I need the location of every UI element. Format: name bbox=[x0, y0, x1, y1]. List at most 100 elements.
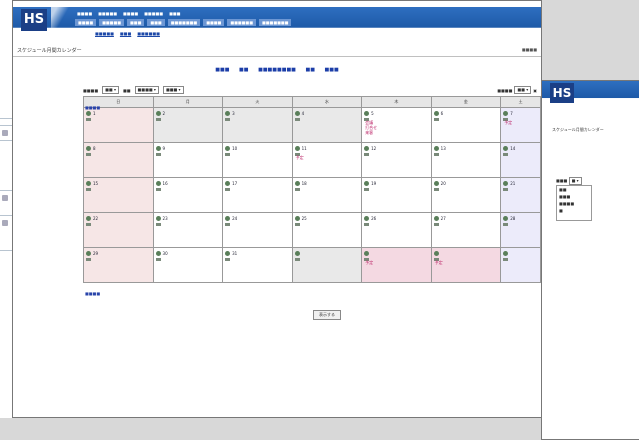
calendar-day-cell[interactable]: 16 bbox=[152, 177, 224, 213]
day-detail-icon[interactable] bbox=[364, 153, 370, 156]
calendar-day-cell[interactable]: 11 予定 bbox=[291, 142, 363, 178]
day-detail-icon[interactable] bbox=[503, 188, 509, 191]
calendar-day-cell[interactable]: 20 bbox=[430, 177, 502, 213]
calendar-day-cell[interactable]: 8 bbox=[83, 142, 154, 178]
day-detail-icon[interactable] bbox=[225, 153, 231, 156]
day-detail-icon[interactable] bbox=[225, 223, 231, 226]
prev-month-link[interactable]: ■■ bbox=[239, 67, 248, 73]
day-detail-icon[interactable] bbox=[433, 153, 439, 156]
calendar-day-cell[interactable]: 21 bbox=[500, 177, 541, 213]
event-item[interactable]: 来客 bbox=[365, 130, 377, 135]
calendar-day-cell[interactable]: 7 予定 bbox=[500, 107, 541, 143]
calendar-day-cell[interactable]: 12 bbox=[361, 142, 432, 178]
display-button[interactable]: 表示する bbox=[313, 310, 341, 320]
day-add-icon[interactable] bbox=[433, 251, 439, 256]
calendar-day-cell[interactable]: 予定 bbox=[430, 247, 502, 283]
day-add-icon[interactable] bbox=[86, 216, 91, 221]
day-add-icon[interactable] bbox=[225, 181, 231, 186]
tab[interactable]: ■■■ bbox=[127, 19, 145, 26]
day-add-icon[interactable] bbox=[86, 146, 91, 151]
calendar-day-cell[interactable]: 13 bbox=[430, 142, 502, 178]
day-add-icon[interactable] bbox=[503, 111, 509, 116]
day-detail-icon[interactable] bbox=[364, 188, 370, 191]
day-detail-icon[interactable] bbox=[155, 223, 161, 226]
next-month-link[interactable]: ■■ bbox=[305, 67, 314, 73]
menu-item[interactable]: ■■■■ bbox=[77, 11, 92, 16]
calendar-day-cell[interactable]: 26 bbox=[361, 212, 432, 248]
calendar-day-cell[interactable]: 29 bbox=[83, 247, 154, 283]
sub-nav-link[interactable]: ■■■■■■ bbox=[137, 31, 160, 36]
day-detail-icon[interactable] bbox=[433, 188, 439, 191]
day-detail-icon[interactable] bbox=[155, 118, 161, 121]
day-add-icon[interactable] bbox=[225, 111, 231, 116]
day-add-icon[interactable] bbox=[155, 111, 161, 116]
day-add-icon[interactable] bbox=[364, 216, 370, 221]
header-link[interactable]: ■■■■ bbox=[522, 47, 537, 52]
day-detail-icon[interactable] bbox=[364, 223, 370, 226]
day-detail-icon[interactable] bbox=[86, 188, 91, 191]
tab[interactable]: ■■■■■ bbox=[99, 19, 125, 26]
day-detail-icon[interactable] bbox=[294, 118, 300, 121]
day-add-icon[interactable] bbox=[364, 111, 370, 116]
type-select[interactable]: ■■■ ▾ bbox=[162, 86, 184, 94]
view-button-icon[interactable]: ▣ bbox=[533, 88, 537, 93]
day-add-icon[interactable] bbox=[364, 146, 370, 151]
menu-item[interactable]: ■■■ bbox=[169, 11, 180, 16]
event-item[interactable]: 予定 bbox=[365, 260, 373, 265]
next-month-link[interactable]: ■■■■ bbox=[85, 291, 100, 296]
calendar-day-cell[interactable]: 6 bbox=[430, 107, 502, 143]
event-item[interactable]: 予定 bbox=[435, 260, 443, 265]
calendar-day-cell[interactable]: 31 bbox=[222, 247, 293, 283]
day-add-icon[interactable] bbox=[225, 216, 231, 221]
day-detail-icon[interactable] bbox=[155, 153, 161, 156]
calendar-day-cell[interactable]: 28 bbox=[500, 212, 541, 248]
group-select[interactable]: ■ ▾ bbox=[568, 177, 582, 185]
menu-item[interactable]: ■■■■■ bbox=[144, 11, 163, 16]
day-detail-icon[interactable] bbox=[155, 188, 161, 191]
calendar-day-cell[interactable]: 9 bbox=[152, 142, 224, 178]
event-item[interactable]: 予定 bbox=[504, 120, 512, 125]
day-add-icon[interactable] bbox=[225, 251, 231, 256]
member-select[interactable]: ■■■■ ▾ bbox=[134, 86, 159, 94]
tab[interactable]: ■■■■■■ bbox=[227, 19, 256, 26]
day-add-icon[interactable] bbox=[433, 216, 439, 221]
day-add-icon[interactable] bbox=[86, 111, 91, 116]
sub-nav-link[interactable]: ■■■ bbox=[120, 31, 131, 36]
calendar-day-cell[interactable] bbox=[500, 247, 541, 283]
calendar-day-cell[interactable]: 23 bbox=[152, 212, 224, 248]
day-add-icon[interactable] bbox=[433, 111, 439, 116]
day-detail-icon[interactable] bbox=[503, 258, 509, 261]
tab[interactable]: ■■■■■■■ bbox=[259, 19, 292, 26]
calendar-day-cell[interactable]: 19 bbox=[361, 177, 432, 213]
tab[interactable]: ■■■ bbox=[147, 19, 165, 26]
day-detail-icon[interactable] bbox=[294, 188, 300, 191]
day-add-icon[interactable] bbox=[503, 181, 509, 186]
day-detail-icon[interactable] bbox=[433, 223, 439, 226]
calendar-day-cell[interactable]: 14 bbox=[500, 142, 541, 178]
calendar-day-cell[interactable]: 4 bbox=[291, 107, 363, 143]
day-add-icon[interactable] bbox=[503, 146, 509, 151]
event-list[interactable]: 予定 bbox=[504, 120, 512, 125]
next-year-link[interactable]: ■■■ bbox=[325, 67, 339, 73]
day-add-icon[interactable] bbox=[433, 181, 439, 186]
calendar-day-cell[interactable]: 15 bbox=[83, 177, 154, 213]
list-item[interactable]: ■■ bbox=[557, 186, 591, 193]
sub-nav-link[interactable]: ■■■■■ bbox=[95, 31, 114, 36]
calendar-day-cell[interactable]: 25 bbox=[291, 212, 363, 248]
day-add-icon[interactable] bbox=[433, 146, 439, 151]
day-add-icon[interactable] bbox=[294, 216, 300, 221]
event-list[interactable]: 予定 bbox=[296, 155, 304, 160]
day-add-icon[interactable] bbox=[294, 111, 300, 116]
calendar-day-cell[interactable]: 3 bbox=[222, 107, 293, 143]
calendar-day-cell[interactable]: 24 bbox=[222, 212, 293, 248]
day-add-icon[interactable] bbox=[155, 146, 161, 151]
event-item[interactable]: 予定 bbox=[296, 155, 304, 160]
day-detail-icon[interactable] bbox=[86, 258, 91, 261]
day-detail-icon[interactable] bbox=[225, 118, 231, 121]
day-detail-icon[interactable] bbox=[225, 188, 231, 191]
prev-month-link[interactable]: ■■■■ bbox=[85, 105, 100, 110]
day-detail-icon[interactable] bbox=[294, 258, 300, 261]
day-detail-icon[interactable] bbox=[155, 258, 161, 261]
day-add-icon[interactable] bbox=[364, 251, 370, 256]
calendar-day-cell[interactable]: 1 bbox=[83, 107, 154, 143]
